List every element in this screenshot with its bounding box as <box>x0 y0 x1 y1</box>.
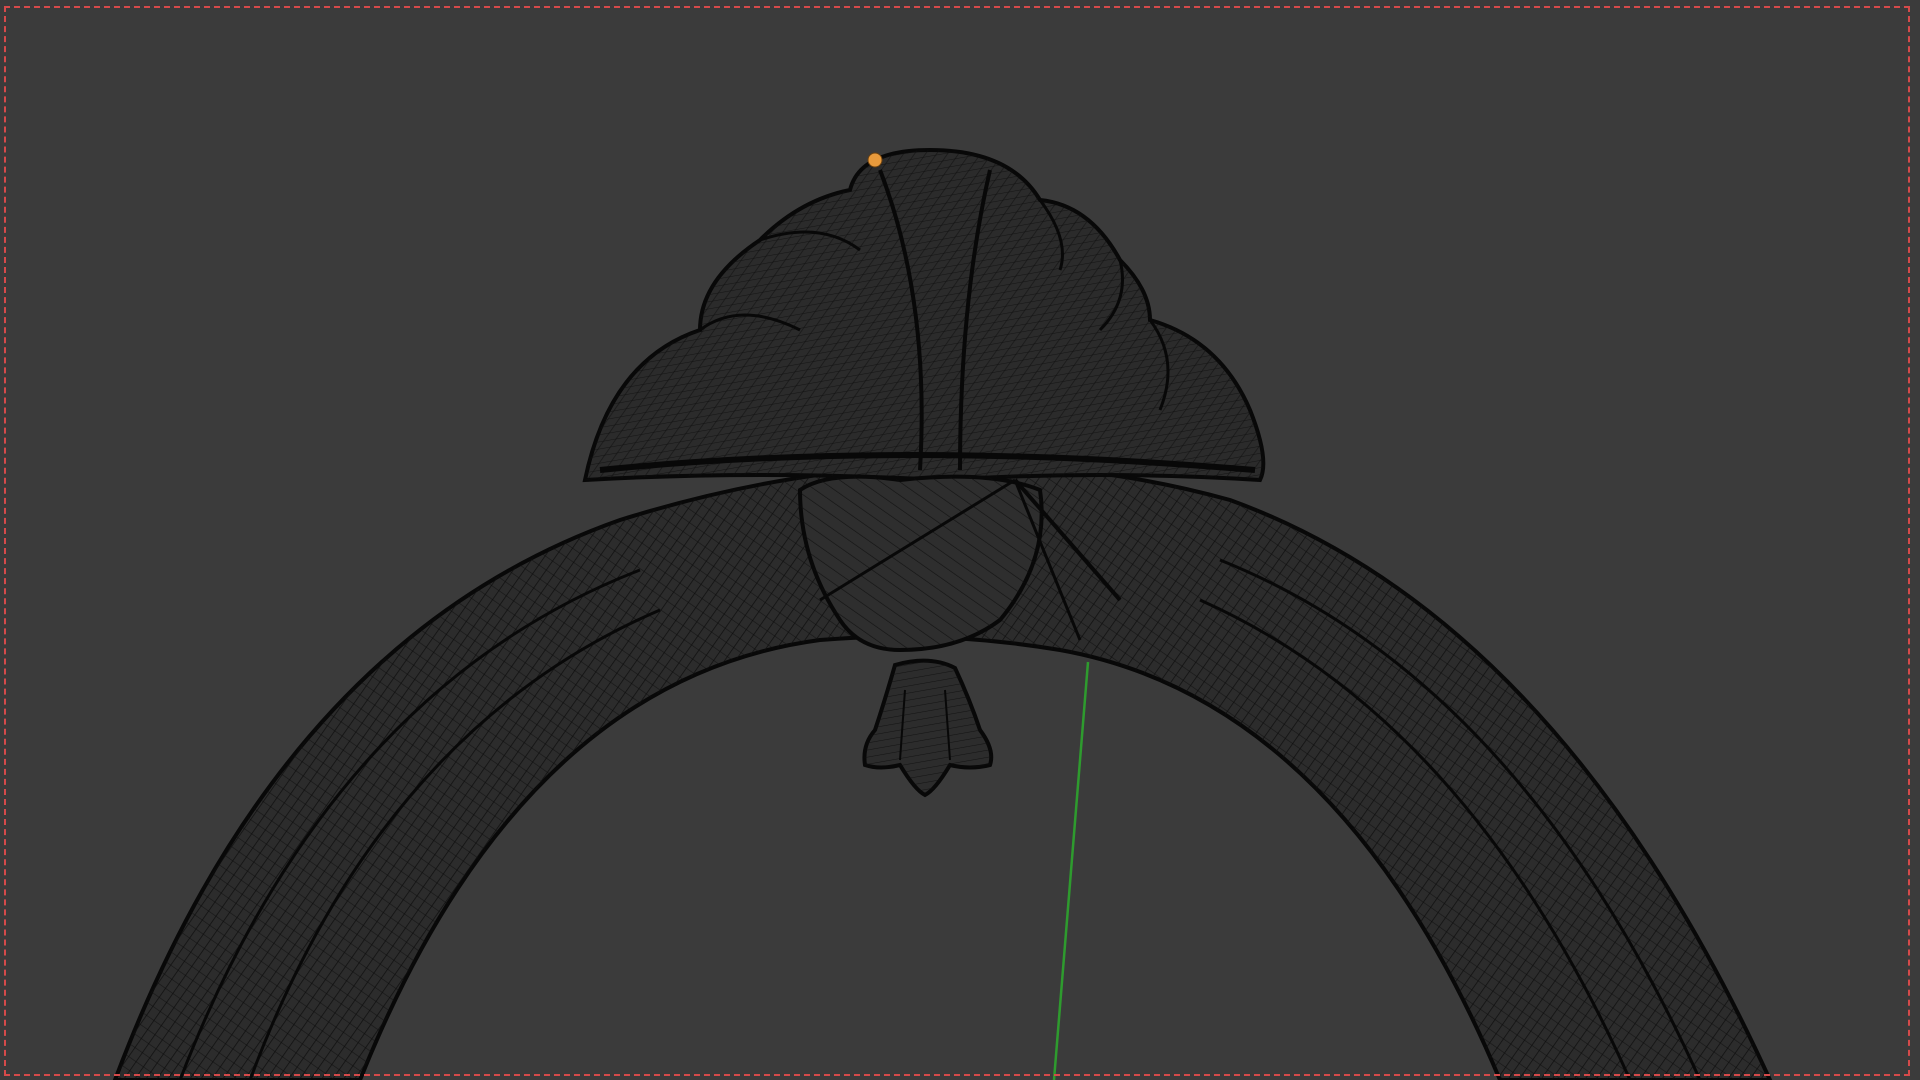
viewport-scene[interactable] <box>0 0 1920 1080</box>
3d-viewport[interactable] <box>0 0 1920 1080</box>
y-axis-line <box>1052 661 1090 1080</box>
bell-charm[interactable] <box>862 658 994 798</box>
origin-point-icon[interactable] <box>867 152 883 168</box>
ring-head[interactable] <box>582 147 1266 483</box>
